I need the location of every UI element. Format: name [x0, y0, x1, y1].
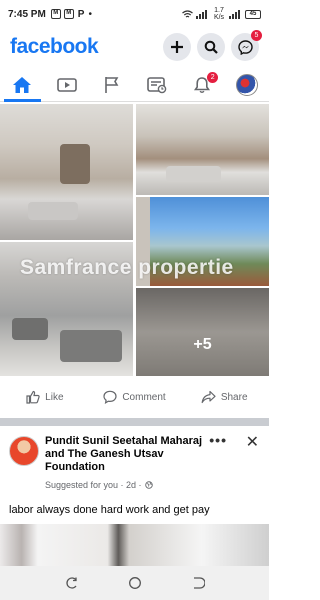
post-photo[interactable]: +5	[136, 288, 269, 376]
tab-home[interactable]	[0, 68, 45, 102]
header-buttons: 5	[163, 30, 262, 61]
battery-icon: 45	[245, 9, 261, 19]
search-button[interactable]	[197, 33, 225, 61]
post-photo[interactable]	[136, 197, 269, 286]
comment-label: Comment	[122, 391, 166, 403]
sofa-shape	[28, 202, 78, 220]
post-text: labor always done hard work and get pay	[9, 504, 210, 516]
sofa-shape	[166, 166, 221, 182]
facebook-logo[interactable]: facebook	[10, 35, 99, 59]
notifications-badge: 2	[207, 72, 219, 83]
feed-divider	[0, 418, 269, 426]
tab-menu[interactable]	[224, 68, 269, 101]
screen: 7:45 PM M M P • 1.7 K/s 45 facebook 5 2 …	[0, 0, 269, 600]
wall-shape	[136, 197, 150, 286]
sofa-shape	[12, 318, 48, 340]
home-icon	[13, 76, 32, 93]
like-label: Like	[45, 391, 64, 403]
app-header: facebook 5	[0, 28, 269, 66]
message-icon: M	[50, 9, 61, 19]
author-avatar[interactable]	[9, 436, 39, 466]
tab-pages[interactable]	[90, 68, 135, 101]
signal-icon	[229, 9, 240, 19]
wall-panel-shape	[60, 144, 90, 184]
post-meta-text: Suggested for you · 2d ·	[45, 480, 142, 490]
dot-icon: •	[88, 8, 92, 20]
post-photo[interactable]	[136, 104, 269, 195]
tab-bar: 2	[0, 68, 269, 102]
status-right: 1.7 K/s 45	[182, 7, 261, 21]
thumbs-up-icon	[26, 390, 40, 404]
post-header: Pundit Sunil Seetahal Maharaj and The Ga…	[0, 426, 269, 494]
messenger-badge: 5	[251, 30, 262, 41]
message-icon: M	[63, 9, 74, 19]
video-icon	[57, 77, 78, 92]
close-button[interactable]: ✕	[246, 432, 259, 452]
wifi-icon	[182, 9, 193, 17]
like-button[interactable]: Like	[0, 390, 90, 404]
comment-button[interactable]: Comment	[90, 390, 180, 404]
post-author[interactable]: Pundit Sunil Seetahal Maharaj and The Ga…	[45, 435, 205, 474]
search-icon	[204, 40, 218, 54]
status-time: 7:45 PM	[8, 8, 46, 20]
tab-notifications[interactable]: 2	[179, 68, 224, 101]
signal-icon	[196, 9, 207, 19]
post-actions: Like Comment Share	[0, 380, 269, 414]
share-button[interactable]: Share	[179, 390, 269, 404]
post-photo[interactable]	[0, 242, 133, 376]
post-photo-grid[interactable]: +5 Samfrance propertie	[0, 104, 269, 376]
comment-icon	[103, 390, 117, 404]
sofa-shape	[60, 330, 122, 362]
back-icon[interactable]	[191, 576, 205, 590]
plus-icon	[171, 41, 183, 53]
feed-post: Pundit Sunil Seetahal Maharaj and The Ga…	[0, 426, 269, 574]
share-icon	[201, 390, 216, 404]
more-options-button[interactable]: •••	[209, 432, 227, 448]
recents-icon[interactable]	[65, 576, 79, 590]
create-button[interactable]	[163, 33, 191, 61]
network-speed: 1.7 K/s	[213, 7, 225, 21]
status-bar: 7:45 PM M M P • 1.7 K/s 45	[0, 0, 269, 28]
tab-marketplace[interactable]	[134, 68, 179, 101]
flag-icon	[105, 76, 119, 93]
globe-icon	[145, 481, 153, 489]
parking-icon: P	[77, 8, 85, 20]
home-button-icon[interactable]	[128, 576, 142, 590]
more-photos-count: +5	[193, 336, 212, 353]
share-label: Share	[220, 391, 248, 403]
post-meta: Suggested for you · 2d ·	[45, 480, 153, 490]
tab-watch[interactable]	[45, 68, 90, 101]
messenger-icon	[237, 39, 253, 55]
profile-avatar	[235, 73, 258, 96]
system-nav-bar	[0, 566, 269, 600]
marketplace-icon	[147, 76, 167, 93]
messenger-button[interactable]: 5	[231, 30, 262, 61]
post-photo[interactable]	[0, 104, 133, 240]
